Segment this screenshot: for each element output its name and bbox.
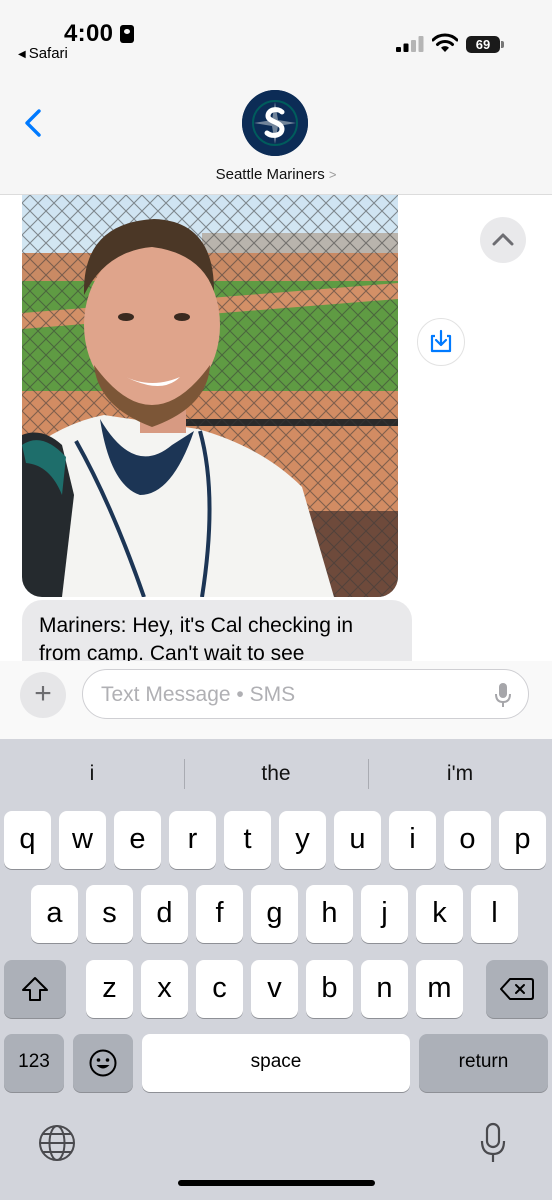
mariners-logo-icon xyxy=(242,90,308,156)
cellular-signal-icon xyxy=(396,36,424,52)
key-i[interactable]: i xyxy=(389,811,436,869)
wifi-icon xyxy=(432,33,458,52)
emoji-key[interactable] xyxy=(73,1034,133,1092)
key-n[interactable]: n xyxy=(361,960,408,1018)
back-triangle-icon: ◀ xyxy=(18,49,26,60)
photo-image xyxy=(22,195,398,597)
status-bar: 4:00 ◀ Safari 69 xyxy=(0,0,552,70)
suggestion-3[interactable]: i'm xyxy=(368,749,552,799)
chevron-up-icon xyxy=(492,233,514,246)
key-t[interactable]: t xyxy=(224,811,271,869)
status-time: 4:00 xyxy=(64,20,114,47)
contact-name: Seattle Mariners xyxy=(215,166,325,183)
key-r[interactable]: r xyxy=(169,811,216,869)
emoji-smiley-icon xyxy=(89,1049,117,1077)
incoming-message-bubble[interactable]: Mariners: Hey, it's Cal checking in from… xyxy=(22,600,412,661)
key-g[interactable]: g xyxy=(251,885,298,943)
player-photo-attachment[interactable] xyxy=(22,195,398,597)
key-y[interactable]: y xyxy=(279,811,326,869)
battery-indicator: 69 xyxy=(466,36,504,53)
backspace-icon xyxy=(500,978,534,1000)
key-z[interactable]: z xyxy=(86,960,133,1018)
return-key[interactable]: return xyxy=(419,1034,548,1092)
focus-mode-icon xyxy=(120,25,134,43)
dictation-mic-icon[interactable] xyxy=(494,682,512,708)
key-m[interactable]: m xyxy=(416,960,463,1018)
message-thread[interactable]: Mariners: Hey, it's Cal checking in from… xyxy=(0,195,552,661)
contact-name-row[interactable]: Seattle Mariners > xyxy=(0,166,552,183)
numbers-key[interactable]: 123 xyxy=(4,1034,64,1092)
message-input-placeholder: Text Message • SMS xyxy=(101,683,296,706)
key-w[interactable]: w xyxy=(59,811,106,869)
key-o[interactable]: o xyxy=(444,811,491,869)
back-to-app-link[interactable]: ◀ Safari xyxy=(18,45,68,62)
key-l[interactable]: l xyxy=(471,885,518,943)
suggestion-1[interactable]: i xyxy=(0,749,184,799)
space-key[interactable]: space xyxy=(142,1034,410,1092)
keyboard: i the i'm q w e r t y u i o p a s d f g … xyxy=(0,739,552,1200)
key-b[interactable]: b xyxy=(306,960,353,1018)
key-v[interactable]: v xyxy=(251,960,298,1018)
key-k[interactable]: k xyxy=(416,885,463,943)
key-j[interactable]: j xyxy=(361,885,408,943)
key-c[interactable]: c xyxy=(196,960,243,1018)
back-chevron-icon[interactable] xyxy=(22,108,46,138)
contact-avatar[interactable] xyxy=(242,90,308,156)
back-app-label: Safari xyxy=(28,45,68,62)
key-f[interactable]: f xyxy=(196,885,243,943)
key-q[interactable]: q xyxy=(4,811,51,869)
key-x[interactable]: x xyxy=(141,960,188,1018)
key-h[interactable]: h xyxy=(306,885,353,943)
key-u[interactable]: u xyxy=(334,811,381,869)
apps-plus-button[interactable]: + xyxy=(20,672,66,718)
key-s[interactable]: s xyxy=(86,885,133,943)
suggestion-2[interactable]: the xyxy=(184,749,368,799)
microphone-icon[interactable] xyxy=(480,1122,506,1164)
key-a[interactable]: a xyxy=(31,885,78,943)
shift-key[interactable] xyxy=(4,960,66,1018)
key-p[interactable]: p xyxy=(499,811,546,869)
message-input[interactable]: Text Message • SMS xyxy=(82,669,529,719)
delete-key[interactable] xyxy=(486,960,548,1018)
scroll-up-button[interactable] xyxy=(480,217,526,263)
conversation-header: Seattle Mariners > xyxy=(0,70,552,195)
globe-icon[interactable] xyxy=(38,1124,76,1162)
save-photo-button[interactable] xyxy=(417,318,465,366)
home-indicator xyxy=(178,1180,375,1186)
download-tray-icon xyxy=(430,329,452,353)
shift-arrow-icon xyxy=(22,977,48,1001)
compose-bar: + Text Message • SMS xyxy=(0,661,552,739)
key-e[interactable]: e xyxy=(114,811,161,869)
contact-chevron-icon: > xyxy=(328,167,337,182)
key-d[interactable]: d xyxy=(141,885,188,943)
